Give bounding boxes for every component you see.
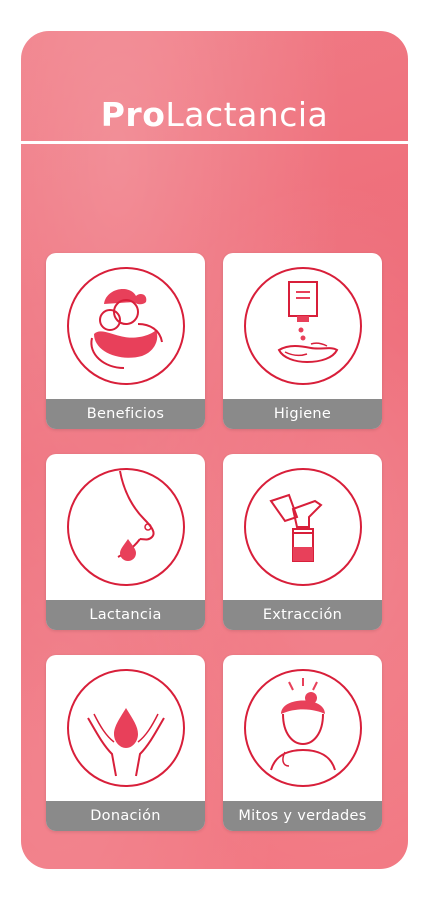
menu-label: Beneficios	[46, 399, 205, 429]
menu-card-beneficios[interactable]: Beneficios	[46, 253, 205, 429]
thinking-woman-icon	[223, 655, 382, 801]
menu-label: Lactancia	[46, 600, 205, 630]
hands-milk-drop-icon	[46, 655, 205, 801]
menu-card-higiene[interactable]: Higiene	[223, 253, 382, 429]
menu-label: Extracción	[223, 600, 382, 630]
menu-card-mitos[interactable]: Mitos y verdades	[223, 655, 382, 831]
app-screen: ProLactancia Beneficios Higiene Lactanci…	[21, 31, 408, 869]
soap-dispenser-hands-icon	[223, 253, 382, 399]
menu-card-donacion[interactable]: Donación	[46, 655, 205, 831]
menu-card-extraccion[interactable]: Extracción	[223, 454, 382, 630]
app-title-bold: Pro	[100, 95, 166, 134]
menu-card-lactancia[interactable]: Lactancia	[46, 454, 205, 630]
menu-label: Mitos y verdades	[223, 801, 382, 831]
menu-grid: Beneficios Higiene Lactancia Extracción …	[46, 253, 382, 831]
header-divider	[21, 141, 408, 144]
app-header: ProLactancia	[21, 31, 408, 141]
mother-baby-icon	[46, 253, 205, 399]
breast-milk-drop-icon	[46, 454, 205, 600]
menu-label: Donación	[46, 801, 205, 831]
app-title-regular: Lactancia	[165, 95, 329, 134]
breast-pump-icon	[223, 454, 382, 600]
app-title: ProLactancia	[101, 98, 329, 131]
menu-label: Higiene	[223, 399, 382, 429]
